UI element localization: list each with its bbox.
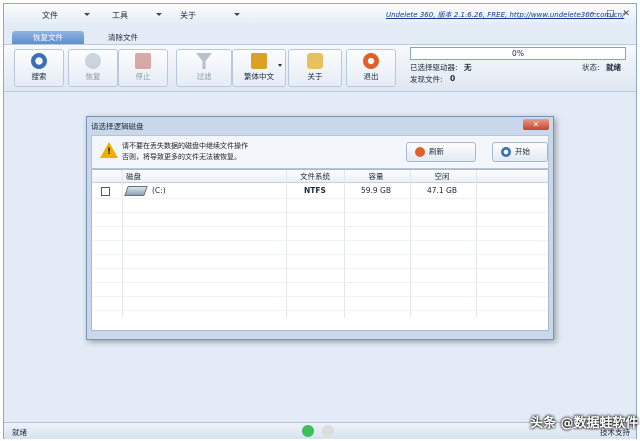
exit-button[interactable]: 退出 (346, 49, 396, 87)
warning-text-2: 否则，将导致更多的文件无法被恢复。 (122, 153, 241, 161)
progress-bar: 0% (410, 47, 626, 60)
language-label: 繁体中文 (244, 72, 274, 81)
about-button[interactable]: 关于 (288, 49, 342, 87)
exit-label: 退出 (363, 72, 379, 81)
refresh-button[interactable]: 刷新 (406, 142, 476, 162)
chevron-down-icon (278, 64, 282, 67)
menu-tools[interactable]: 工具 (112, 10, 128, 21)
start-button[interactable]: 开始 (492, 142, 548, 162)
menu-file[interactable]: 文件 (42, 10, 58, 21)
language-icon (251, 53, 267, 69)
watermark: 头条 @数据蛙软件 (530, 416, 639, 431)
refresh-icon (415, 147, 425, 157)
selected-drive-label: 已选择驱动器: (410, 63, 458, 72)
status-value: 就绪 (606, 63, 621, 72)
disk-name: (C:) (152, 186, 166, 195)
warning-bar: ! 请不要在丢失数据的磁盘中继续文件操作 否则，将导致更多的文件无法被恢复。 刷… (91, 135, 549, 169)
filter-icon (196, 53, 212, 69)
warning-text-1: 请不要在丢失数据的磁盘中继续文件操作 (122, 142, 248, 150)
filter-button[interactable]: 过滤 (176, 49, 232, 87)
row-checkbox[interactable] (101, 187, 110, 196)
tab-wipe-files[interactable]: 清除文件 (102, 31, 144, 45)
minimize-button[interactable]: — (589, 9, 598, 19)
app-window: 文件 工具 关于 Undelete 360, 版本 2.1.6.26, FREE… (3, 3, 637, 439)
status-label: 状态: (582, 63, 600, 72)
page-indicator[interactable] (322, 425, 334, 437)
filter-label: 过滤 (196, 72, 212, 81)
chevron-down-icon (156, 13, 162, 16)
language-dropdown[interactable]: 繁体中文 (232, 49, 286, 87)
info-icon (307, 53, 323, 69)
found-files-label: 发现文件: (410, 75, 443, 84)
start-label: 开始 (515, 147, 530, 156)
hard-drive-icon (124, 186, 148, 196)
maximize-button[interactable]: □ (606, 9, 615, 19)
stop-icon (135, 53, 151, 69)
chevron-down-icon (84, 13, 90, 16)
column-header-filesystem[interactable]: 文件系统 (290, 171, 340, 182)
recover-button[interactable]: 恢复 (68, 49, 118, 87)
column-header-free[interactable]: 空闲 (412, 171, 472, 182)
tab-recover-files[interactable]: 恢复文件 (12, 31, 84, 45)
disk-free: 47.1 GB (426, 186, 458, 195)
about-label: 关于 (307, 72, 323, 81)
column-header-disk[interactable]: 磁盘 (126, 171, 141, 182)
fingerprint-icon (85, 53, 101, 69)
search-icon (31, 53, 47, 69)
selected-drive-value: 无 (464, 63, 472, 72)
recover-label: 恢复 (85, 72, 101, 81)
table-header: 磁盘 文件系统 容量 空闲 (92, 170, 548, 183)
disk-capacity: 59.9 GB (360, 186, 392, 195)
menu-about[interactable]: 关于 (180, 10, 196, 21)
stop-button[interactable]: 停止 (118, 49, 168, 87)
status-text: 就绪 (12, 428, 27, 437)
refresh-label: 刷新 (429, 147, 444, 156)
stop-label: 停止 (135, 72, 151, 81)
search-icon (501, 147, 511, 157)
dialog-close-button[interactable]: ✕ (523, 119, 549, 130)
table-row[interactable]: (C:) NTFS 59.9 GB 47.1 GB (92, 184, 548, 198)
dialog-title: 请选择逻辑磁盘 (91, 122, 144, 131)
power-icon (363, 53, 379, 69)
search-label: 搜索 (31, 72, 47, 81)
found-files-value: 0 (450, 74, 456, 83)
page-indicator-active[interactable] (302, 425, 314, 437)
select-disk-dialog: 请选择逻辑磁盘 ✕ ! 请不要在丢失数据的磁盘中继续文件操作 否则，将导致更多的… (86, 116, 554, 340)
menubar: 文件 工具 关于 Undelete 360, 版本 2.1.6.26, FREE… (4, 4, 636, 24)
column-header-capacity[interactable]: 容量 (346, 171, 406, 182)
close-button[interactable]: ✕ (622, 9, 630, 19)
search-button[interactable]: 搜索 (14, 49, 64, 87)
chevron-down-icon (234, 13, 240, 16)
disk-filesystem: NTFS (304, 186, 326, 195)
disk-table: 磁盘 文件系统 容量 空闲 (C:) NTFS 59.9 GB 47.1 GB (91, 169, 549, 331)
